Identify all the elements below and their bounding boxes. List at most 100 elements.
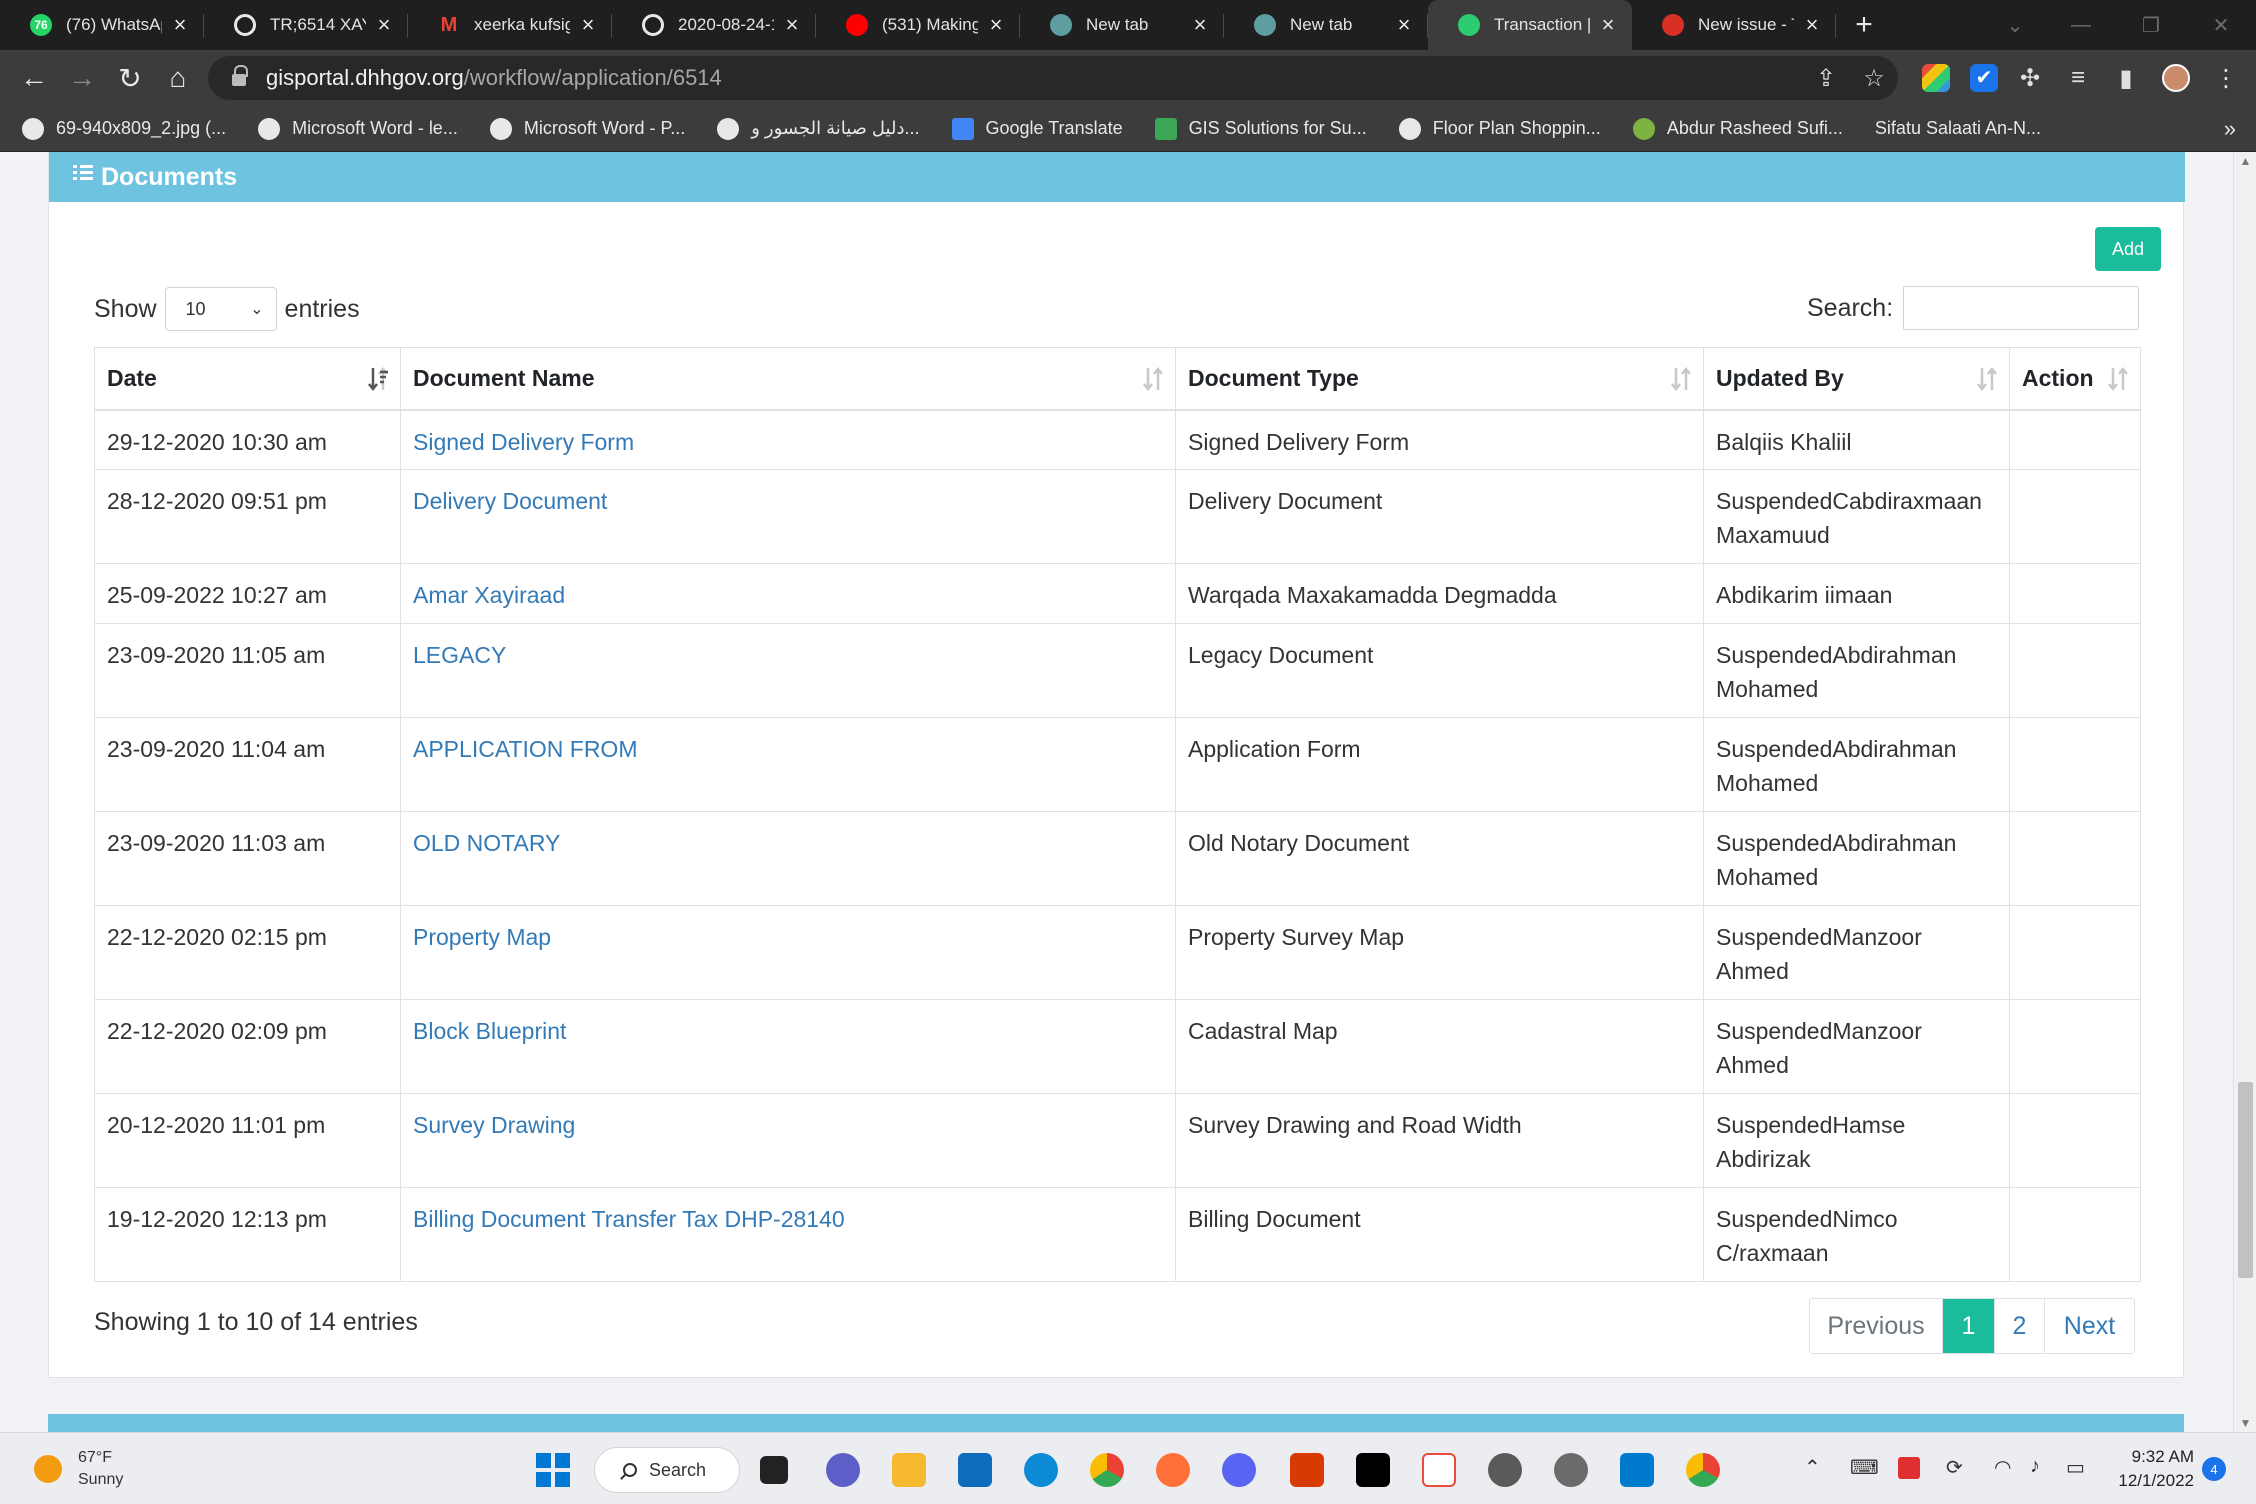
share-icon[interactable]: ⇪ (1806, 56, 1846, 100)
chrome-profile-icon[interactable] (1686, 1453, 1720, 1487)
pagination-next[interactable]: Next (2044, 1299, 2134, 1353)
column-header-document-name[interactable]: Document Name (400, 347, 1176, 411)
pagination-page-1[interactable]: 1 (1942, 1299, 1994, 1353)
document-link[interactable]: OLD NOTARY (413, 830, 560, 856)
search-input[interactable] (1903, 286, 2140, 330)
bookmark-item[interactable]: Microsoft Word - le... (258, 117, 458, 140)
battery-icon[interactable]: ▭ (2066, 1455, 2085, 1480)
windows-start-icon[interactable] (536, 1453, 570, 1487)
bookmark-item[interactable]: Microsoft Word - P... (489, 117, 685, 140)
close-tab-icon[interactable]: × (986, 12, 1006, 38)
antivirus-icon[interactable] (1898, 1457, 1920, 1479)
pagination-page-2[interactable]: 2 (1994, 1299, 2044, 1353)
snipping-tool-icon[interactable] (1422, 1453, 1456, 1487)
task-view-icon[interactable] (760, 1456, 788, 1484)
forward-arrow-icon[interactable]: → (60, 56, 104, 100)
add-document-button[interactable]: Add (2095, 227, 2161, 271)
edge-icon[interactable] (1024, 1453, 1058, 1487)
extensions-puzzle-icon[interactable]: ✣ (2010, 56, 2050, 100)
mail-icon[interactable] (958, 1453, 992, 1487)
pycharm-icon[interactable] (1356, 1453, 1390, 1487)
office-icon[interactable] (1290, 1453, 1324, 1487)
tab-search-chevron-icon[interactable]: ⌄ (1980, 0, 2050, 50)
document-link[interactable]: Billing Document Transfer Tax DHP-28140 (413, 1206, 845, 1232)
column-header-action[interactable]: Action (2009, 347, 2141, 411)
browser-tab[interactable]: TR;6514 XAYIRAAD × (204, 0, 408, 50)
bookmark-item[interactable]: Floor Plan Shoppin... (1398, 117, 1601, 140)
column-header-date[interactable]: Date (94, 347, 401, 411)
bookmark-star-icon[interactable]: ☆ (1854, 56, 1894, 100)
reload-icon[interactable]: ↻ (108, 56, 152, 100)
restore-button[interactable]: ❐ (2116, 0, 2186, 50)
pagination-previous[interactable]: Previous (1810, 1299, 1942, 1353)
close-window-button[interactable]: ✕ (2186, 0, 2256, 50)
document-link[interactable]: Block Blueprint (413, 1018, 566, 1044)
notification-badge[interactable]: 4 (2202, 1457, 2226, 1481)
chrome-icon[interactable] (1090, 1453, 1124, 1487)
browser-tab[interactable]: 2020-08-24-1 × (612, 0, 816, 50)
scrollbar-thumb[interactable] (2238, 1082, 2253, 1278)
profile-avatar[interactable] (2162, 64, 2190, 92)
browser-tab[interactable]: 76 (76) WhatsApp × (0, 0, 204, 50)
minimize-button[interactable]: — (2046, 0, 2116, 50)
clock-app-icon[interactable] (1488, 1453, 1522, 1487)
home-icon[interactable]: ⌂ (156, 56, 200, 100)
close-tab-icon[interactable]: × (1598, 12, 1618, 38)
bookmark-item[interactable]: دليل صيانة الجسور و... (717, 117, 920, 140)
weather-widget[interactable]: 67°F Sunny (34, 1447, 123, 1491)
bookmark-item[interactable]: Sifatu Salaati An-N... (1875, 118, 2041, 139)
bookmark-item[interactable]: 69-940x809_2.jpg (... (22, 117, 226, 140)
chevron-up-icon[interactable]: ⌃ (1804, 1455, 1821, 1480)
browser-tab[interactable]: New issue - T × (1632, 0, 1836, 50)
document-link[interactable]: LEGACY (413, 642, 506, 668)
scroll-down-arrow-icon[interactable]: ▼ (2234, 1416, 2256, 1430)
address-bar[interactable]: gisportal.dhhgov.org/workflow/applicatio… (208, 56, 1898, 100)
taskbar-search[interactable]: Search (594, 1447, 740, 1493)
scroll-up-arrow-icon[interactable]: ▲ (2234, 154, 2256, 168)
media-queue-icon[interactable]: ≡ (2058, 56, 2098, 100)
close-tab-icon[interactable]: × (374, 12, 394, 38)
entries-select[interactable]: 10 ⌄ (164, 287, 277, 331)
browser-tab[interactable]: Mxeerka kufsiga × (408, 0, 612, 50)
close-tab-icon[interactable]: × (1394, 12, 1414, 38)
document-link[interactable]: Property Map (413, 924, 551, 950)
browser-tab[interactable]: (531) Making × (816, 0, 1020, 50)
close-tab-icon[interactable]: × (578, 12, 598, 38)
settings-gear-icon[interactable] (1554, 1453, 1588, 1487)
new-tab-button[interactable]: + (1836, 0, 1892, 50)
system-clock[interactable]: 9:32 AM 12/1/2022 (2108, 1445, 2194, 1493)
teams-chat-icon[interactable] (826, 1453, 860, 1487)
column-header-updated-by[interactable]: Updated By (1703, 347, 2010, 411)
document-link[interactable]: Delivery Document (413, 488, 607, 514)
side-panel-icon[interactable]: ▮ (2106, 56, 2146, 100)
file-explorer-icon[interactable] (892, 1453, 926, 1487)
discord-icon[interactable] (1222, 1453, 1256, 1487)
lock-icon[interactable] (232, 65, 248, 86)
close-tab-icon[interactable]: × (1802, 12, 1822, 38)
document-link[interactable]: Amar Xayiraad (413, 582, 565, 608)
browser-tab[interactable]: New tab × (1224, 0, 1428, 50)
more-bookmarks-chevron[interactable]: » (2224, 106, 2236, 152)
menu-kebab-icon[interactable]: ⋮ (2206, 56, 2246, 100)
bookmark-item[interactable]: Abdur Rasheed Sufi... (1632, 117, 1843, 140)
close-tab-icon[interactable]: × (1190, 12, 1210, 38)
document-link[interactable]: APPLICATION FROM (413, 736, 638, 762)
bookmark-item[interactable]: Google Translate (951, 117, 1123, 140)
back-arrow-icon[interactable]: ← (12, 56, 56, 100)
close-tab-icon[interactable]: × (170, 12, 190, 38)
checkmark-extension-icon[interactable]: ✔ (1970, 64, 1998, 92)
document-link[interactable]: Survey Drawing (413, 1112, 575, 1138)
color-extension-icon[interactable] (1922, 64, 1950, 92)
close-tab-icon[interactable]: × (782, 12, 802, 38)
volume-icon[interactable]: ♪ (2030, 1455, 2040, 1478)
vscode-icon[interactable] (1620, 1453, 1654, 1487)
column-header-document-type[interactable]: Document Type (1175, 347, 1704, 411)
browser-tab[interactable]: Transaction | G × (1428, 0, 1632, 50)
bookmark-item[interactable]: GIS Solutions for Su... (1154, 117, 1367, 140)
sync-icon[interactable]: ⟳ (1946, 1455, 1963, 1480)
page-scrollbar[interactable]: ▲ ▼ (2233, 152, 2256, 1432)
browser-tab[interactable]: New tab × (1020, 0, 1224, 50)
firefox-icon[interactable] (1156, 1453, 1190, 1487)
document-link[interactable]: Signed Delivery Form (413, 429, 634, 455)
gamepad-icon[interactable]: ⌨ (1850, 1455, 1879, 1480)
